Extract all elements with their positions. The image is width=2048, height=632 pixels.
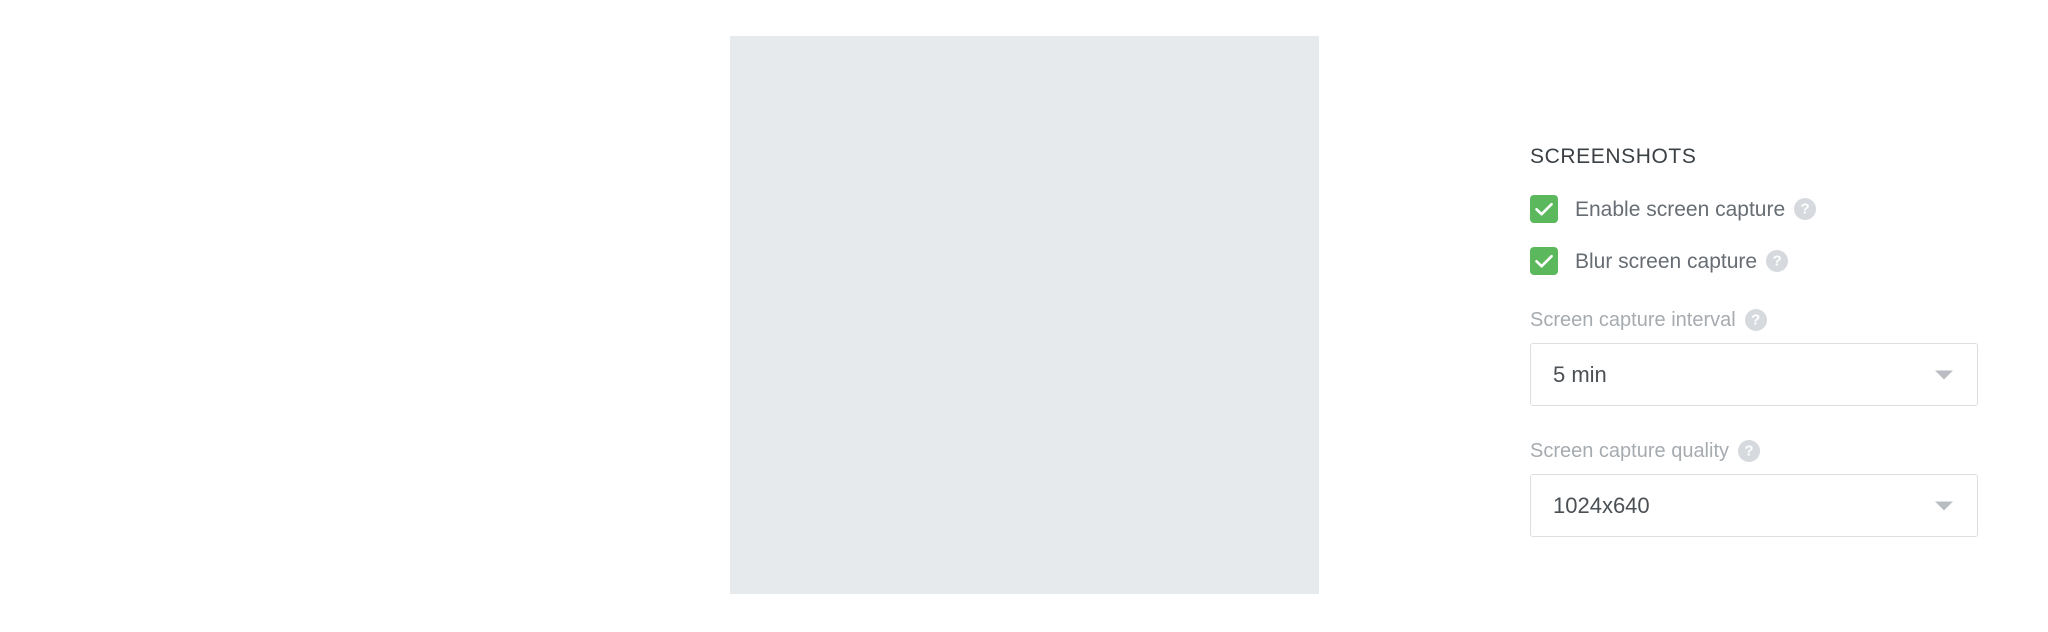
section-title-screenshots: SCREENSHOTS (1530, 145, 1697, 168)
select-value-screen-capture-quality: 1024x640 (1553, 492, 1650, 518)
field-label-screen-capture-quality: Screen capture quality (1530, 440, 1730, 463)
help-icon-screen-capture-interval[interactable]: ? (1744, 309, 1767, 332)
field-group-screen-capture-quality: Screen capture quality ? 1024x640 (1530, 440, 1978, 538)
select-value-screen-capture-interval: 5 min (1553, 361, 1607, 387)
field-label-row-screen-capture-interval: Screen capture interval ? (1530, 309, 1975, 332)
help-icon-glyph: ? (1751, 311, 1761, 329)
field-label-screen-capture-interval: Screen capture interval (1530, 309, 1736, 332)
select-screen-capture-interval[interactable]: 5 min (1530, 343, 1978, 407)
checkbox-label-blur-screen-capture: Blur screen capture (1575, 249, 1758, 273)
screenshots-settings-card: SCREENSHOTS Enable screen capture ? Blur… (1492, 108, 2013, 601)
chevron-down-icon (1935, 501, 1953, 511)
chevron-down-icon (1935, 370, 1953, 380)
checkbox-blur-screen-capture[interactable] (1530, 247, 1558, 276)
help-icon-glyph: ? (1800, 200, 1810, 218)
field-group-screen-capture-interval: Screen capture interval ? 5 min (1530, 309, 1978, 407)
help-icon-blur-screen-capture[interactable]: ? (1766, 250, 1789, 273)
checkbox-label-enable-screen-capture: Enable screen capture (1575, 197, 1786, 221)
checkmark-icon (1535, 255, 1553, 268)
help-icon-glyph: ? (1772, 252, 1782, 270)
settings-panel-backdrop: SCREENSHOTS Enable screen capture ? Blur… (730, 36, 2013, 601)
help-icon-glyph: ? (1744, 442, 1754, 460)
help-icon-enable-screen-capture[interactable]: ? (1794, 198, 1817, 221)
checkbox-row-enable-screen-capture[interactable]: Enable screen capture ? (1530, 195, 1975, 224)
help-icon-screen-capture-quality[interactable]: ? (1738, 440, 1761, 463)
card-content: SCREENSHOTS Enable screen capture ? Blur… (1492, 108, 2013, 538)
field-label-row-screen-capture-quality: Screen capture quality ? (1530, 440, 1975, 463)
select-screen-capture-quality[interactable]: 1024x640 (1530, 474, 1978, 538)
checkmark-icon (1535, 203, 1553, 216)
checkbox-enable-screen-capture[interactable] (1530, 195, 1558, 224)
checkbox-row-blur-screen-capture[interactable]: Blur screen capture ? (1530, 247, 1975, 276)
